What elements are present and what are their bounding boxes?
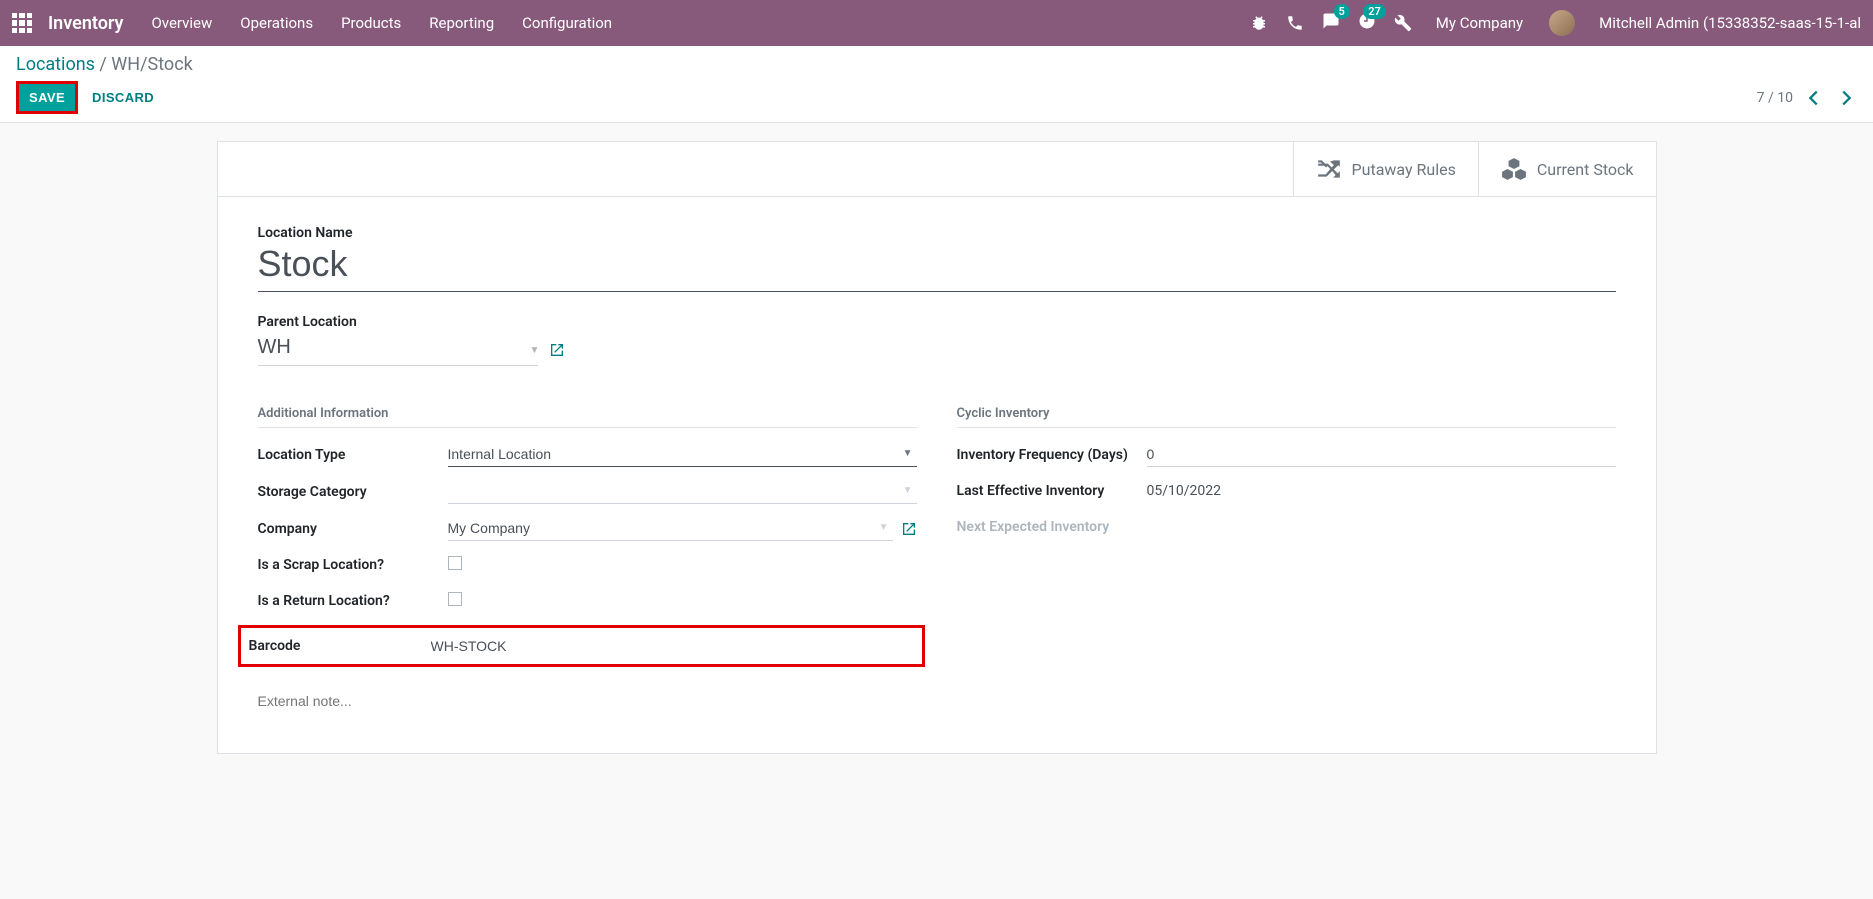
parent-location-input[interactable]	[258, 334, 538, 366]
inventory-frequency-input[interactable]	[1147, 442, 1616, 467]
company-switcher[interactable]: My Company	[1436, 14, 1523, 32]
menu-products[interactable]: Products	[341, 14, 401, 32]
discard-button[interactable]: DISCARD	[92, 90, 154, 105]
company-label: Company	[258, 521, 448, 537]
shuffle-icon	[1316, 156, 1342, 182]
save-button[interactable]: SAVE	[16, 81, 78, 114]
right-tools: 5 27 My Company Mitchell Admin (15338352…	[1250, 10, 1861, 36]
breadcrumb: Locations / WH/Stock	[16, 54, 1857, 75]
control-bar: Locations / WH/Stock SAVE DISCARD 7 / 10	[0, 46, 1873, 122]
pager-text[interactable]: 7 / 10	[1757, 90, 1793, 106]
breadcrumb-current: WH/Stock	[111, 54, 192, 75]
menu-operations[interactable]: Operations	[240, 14, 313, 32]
return-location-label: Is a Return Location?	[258, 593, 448, 609]
storage-category-select[interactable]	[448, 479, 917, 504]
barcode-highlight: Barcode	[238, 625, 925, 667]
putaway-rules-button[interactable]: Putaway Rules	[1293, 142, 1478, 196]
company-select[interactable]	[448, 516, 893, 541]
tools-icon[interactable]	[1394, 14, 1412, 32]
external-link-icon[interactable]	[549, 342, 565, 358]
stat-buttons: Putaway Rules Current Stock	[218, 142, 1656, 197]
breadcrumb-root[interactable]: Locations	[16, 54, 95, 75]
current-stock-button[interactable]: Current Stock	[1478, 142, 1656, 196]
section-additional-info: Additional Information	[258, 406, 917, 428]
current-stock-label: Current Stock	[1537, 160, 1634, 179]
last-inventory-value: 05/10/2022	[1147, 483, 1222, 499]
menu-overview[interactable]: Overview	[151, 14, 212, 32]
menu-configuration[interactable]: Configuration	[522, 14, 612, 32]
barcode-label: Barcode	[249, 638, 431, 654]
location-type-select[interactable]	[448, 442, 917, 467]
breadcrumb-sep: /	[95, 54, 111, 75]
parent-location-label: Parent Location	[258, 314, 1616, 330]
messages-button[interactable]: 5	[1322, 12, 1340, 34]
top-nav: Inventory Overview Operations Products R…	[0, 0, 1873, 46]
inventory-frequency-label: Inventory Frequency (Days)	[957, 447, 1147, 463]
location-name-label: Location Name	[258, 225, 1616, 241]
pager-next-icon[interactable]	[1835, 87, 1857, 109]
next-inventory-label: Next Expected Inventory	[957, 519, 1147, 535]
storage-category-label: Storage Category	[258, 484, 448, 500]
location-name-input[interactable]	[258, 241, 1616, 292]
form-sheet: Putaway Rules Current Stock Location Nam…	[217, 141, 1657, 754]
putaway-rules-label: Putaway Rules	[1352, 160, 1456, 179]
brand[interactable]: Inventory	[48, 13, 123, 34]
activities-button[interactable]: 27	[1358, 12, 1376, 34]
cubes-icon	[1501, 156, 1527, 182]
username[interactable]: Mitchell Admin (15338352-saas-15-1-al	[1599, 14, 1861, 32]
scrap-location-label: Is a Scrap Location?	[258, 557, 448, 573]
return-location-checkbox[interactable]	[448, 592, 462, 606]
external-note-input[interactable]	[258, 689, 917, 713]
last-inventory-label: Last Effective Inventory	[957, 483, 1147, 499]
activities-badge: 27	[1363, 4, 1386, 19]
menu-reporting[interactable]: Reporting	[429, 14, 494, 32]
pager: 7 / 10	[1757, 87, 1857, 109]
location-type-label: Location Type	[258, 447, 448, 463]
bug-icon[interactable]	[1250, 14, 1268, 32]
avatar[interactable]	[1549, 10, 1575, 36]
barcode-input[interactable]	[431, 634, 914, 658]
phone-icon[interactable]	[1286, 14, 1304, 32]
apps-icon[interactable]	[12, 13, 32, 33]
pager-prev-icon[interactable]	[1803, 87, 1825, 109]
scrap-location-checkbox[interactable]	[448, 556, 462, 570]
section-cyclic-inventory: Cyclic Inventory	[957, 406, 1616, 428]
messages-badge: 5	[1334, 4, 1350, 19]
main-menu: Overview Operations Products Reporting C…	[151, 14, 612, 32]
external-link-icon[interactable]	[901, 521, 917, 537]
